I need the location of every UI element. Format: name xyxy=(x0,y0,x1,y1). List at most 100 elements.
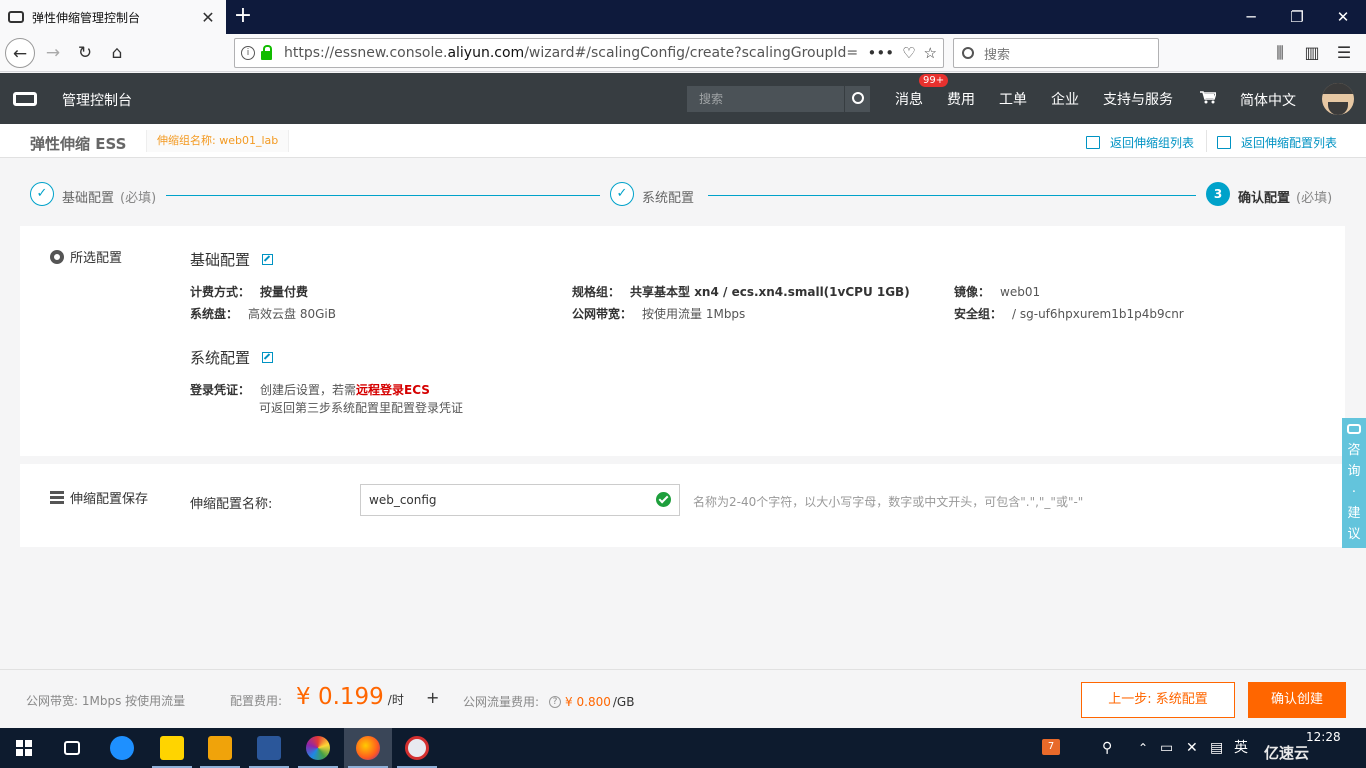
browser-tab[interactable]: 弹性伸缩管理控制台 ✕ xyxy=(0,0,226,34)
valid-check-icon xyxy=(656,492,671,507)
divider xyxy=(1206,130,1207,152)
volume-icon[interactable]: ✕ xyxy=(1186,728,1198,768)
nav-messages[interactable]: 消息 99+ xyxy=(895,73,949,109)
config-list-icon xyxy=(1217,136,1231,149)
task-view-icon xyxy=(64,741,80,755)
tab-close-icon[interactable]: ✕ xyxy=(198,8,218,27)
reload-button[interactable]: ↻ xyxy=(70,38,100,68)
console-home-link[interactable]: 管理控制台 xyxy=(62,90,132,110)
step-3-number: 3 xyxy=(1206,182,1230,206)
language-switch[interactable]: 简体中文 xyxy=(1240,90,1296,110)
taskbar-outlook[interactable] xyxy=(196,728,244,768)
browser-tabbar: 弹性伸缩管理控制台 ✕ + ─ ❐ ✕ xyxy=(0,0,1366,34)
nav-support[interactable]: 支持与服务 xyxy=(1103,89,1173,109)
page-actions-icon[interactable]: ••• xyxy=(868,44,895,62)
taskbar-firefox[interactable] xyxy=(344,728,392,768)
taskbar-colorapp[interactable] xyxy=(294,728,342,768)
snipping-tool-icon xyxy=(405,736,429,760)
help-icon[interactable]: ? xyxy=(549,695,562,708)
close-window-button[interactable]: ✕ xyxy=(1320,0,1366,34)
url-text[interactable]: https://essnew.console.aliyun.com/wizard… xyxy=(284,45,860,61)
tray-app-icon[interactable]: 7 xyxy=(1042,739,1060,755)
step-2-check-icon: ✓ xyxy=(610,182,634,206)
chat-icon xyxy=(1347,424,1361,434)
bookmark-star-icon[interactable]: ☆ xyxy=(924,44,937,62)
clock[interactable]: 12:28 xyxy=(1306,730,1341,744)
windows-taskbar: 7 ⚲ ⌃ ▭ ✕ ▤ 英 12:28 xyxy=(0,728,1366,768)
taskbar-word[interactable] xyxy=(245,728,293,768)
instance-spec: 规格组： 共享基本型 xn4 / ecs.xn4.small(1vCPU 1GB) xyxy=(572,285,910,299)
back-list-icon xyxy=(1086,136,1100,149)
config-fee-label: 配置费用: xyxy=(230,694,283,708)
edit-icon[interactable] xyxy=(262,352,274,363)
menu-icon[interactable]: ☰ xyxy=(1328,38,1360,68)
search-icon xyxy=(962,47,974,59)
url-bar[interactable]: i https://essnew.console.aliyun.com/wiza… xyxy=(234,38,944,68)
start-button[interactable] xyxy=(0,728,48,768)
avatar[interactable] xyxy=(1322,83,1354,115)
internet-explorer-icon xyxy=(110,736,134,760)
restore-button[interactable]: ❐ xyxy=(1274,0,1320,34)
billing-method: 计费方式： 按量付费 xyxy=(190,285,309,299)
back-to-group-list-link[interactable]: 返回伸缩组列表 xyxy=(1086,134,1194,151)
window-controls: ─ ❐ ✕ xyxy=(1228,0,1366,34)
aliyun-favicon-icon xyxy=(8,11,24,23)
traffic-fee: 公网流量费用: ? ¥ 0.800 /GB xyxy=(463,694,635,710)
minimize-button[interactable]: ─ xyxy=(1228,0,1274,34)
tab-title: 弹性伸缩管理控制台 xyxy=(32,10,141,25)
server-stack-icon xyxy=(50,491,64,504)
firefox-icon xyxy=(356,736,380,760)
price-footer: 公网带宽: 1Mbps 按使用流量 配置费用: ¥ 0.199/时 + 公网流量… xyxy=(0,669,1366,727)
previous-step-button[interactable]: 上一步: 系统配置 xyxy=(1081,682,1235,718)
step-2-label[interactable]: 系统配置 xyxy=(642,187,694,206)
task-view-button[interactable] xyxy=(48,728,96,768)
taskbar-snip[interactable] xyxy=(393,728,441,768)
site-info-icon[interactable]: i xyxy=(241,46,255,60)
feedback-tab[interactable]: 咨 询 · 建 议 xyxy=(1342,418,1366,548)
library-icon[interactable]: ⫼ xyxy=(1264,38,1296,68)
plus-sign: + xyxy=(426,688,440,707)
aliyun-logo-icon[interactable] xyxy=(13,92,37,106)
tray-expand-icon[interactable]: ⌃ xyxy=(1138,728,1148,768)
product-subheader: 弹性伸缩 ESS 伸缩组名称: web01_lab 返回伸缩组列表 返回伸缩配置… xyxy=(0,124,1366,158)
config-name-input[interactable]: web_config xyxy=(360,484,680,516)
basic-config-heading: 基础配置 xyxy=(190,249,274,270)
login-credential-note: 可返回第三步系统配置里配置登录凭证 xyxy=(259,401,464,415)
new-tab-button[interactable]: + xyxy=(230,4,256,30)
input-language[interactable]: 英 xyxy=(1234,728,1248,768)
search-icon[interactable] xyxy=(844,86,870,112)
product-title: 弹性伸缩 ESS xyxy=(30,135,127,153)
cart-icon[interactable] xyxy=(1200,91,1216,104)
back-button[interactable]: ← xyxy=(5,38,35,68)
taskbar-notes[interactable] xyxy=(148,728,196,768)
login-credential: 登录凭证： 创建后设置，若需远程登录ECS xyxy=(190,383,430,397)
people-icon[interactable]: ⚲ xyxy=(1102,728,1112,768)
selected-config-card: 所选配置 基础配置 计费方式： 按量付费 规格组： 共享基本型 xn4 / ecs.… xyxy=(20,226,1345,456)
nav-tickets[interactable]: 工单 xyxy=(999,89,1027,109)
config-name-hint: 名称为2-40个字符，以大小写字母，数字或中文开头，可包含".","_"或"-" xyxy=(693,495,1084,509)
pocket-icon[interactable]: ♡ xyxy=(902,44,915,62)
security-group: 安全组： / sg-uf6hpxurem1b1p4b9cnr xyxy=(954,307,1184,321)
word-icon xyxy=(257,736,281,760)
home-button[interactable]: ⌂ xyxy=(102,38,132,68)
console-search-input[interactable]: 搜索 xyxy=(687,86,844,112)
confirm-create-button[interactable]: 确认创建 xyxy=(1248,682,1346,718)
public-bandwidth: 公网带宽： 按使用流量 1Mbps xyxy=(572,307,746,321)
wizard-steps: ✓ 基础配置 (必填) ✓ 系统配置 3 确认配置 (必填) xyxy=(0,158,1366,226)
edit-icon[interactable] xyxy=(262,254,274,265)
sidebar-icon[interactable]: ▥ xyxy=(1296,38,1328,68)
scaling-group-name: 伸缩组名称: web01_lab xyxy=(146,130,290,152)
forward-button[interactable]: → xyxy=(38,38,68,68)
image: 镜像： web01 xyxy=(954,285,1041,299)
nav-enterprise[interactable]: 企业 xyxy=(1051,89,1079,109)
taskbar-ie[interactable] xyxy=(98,728,146,768)
browser-search-input[interactable]: 搜索 xyxy=(953,38,1159,68)
save-config-title: 伸缩配置保存 xyxy=(50,488,148,507)
step-1-label[interactable]: 基础配置 (必填) xyxy=(62,187,156,206)
battery-icon[interactable]: ▭ xyxy=(1160,728,1173,768)
gear-icon xyxy=(50,249,64,264)
back-to-config-list-link[interactable]: 返回伸缩配置列表 xyxy=(1217,134,1337,151)
network-icon[interactable]: ▤ xyxy=(1210,728,1223,768)
remote-login-ecs-link[interactable]: 远程登录ECS xyxy=(356,383,430,397)
nav-billing[interactable]: 费用 xyxy=(947,89,975,109)
